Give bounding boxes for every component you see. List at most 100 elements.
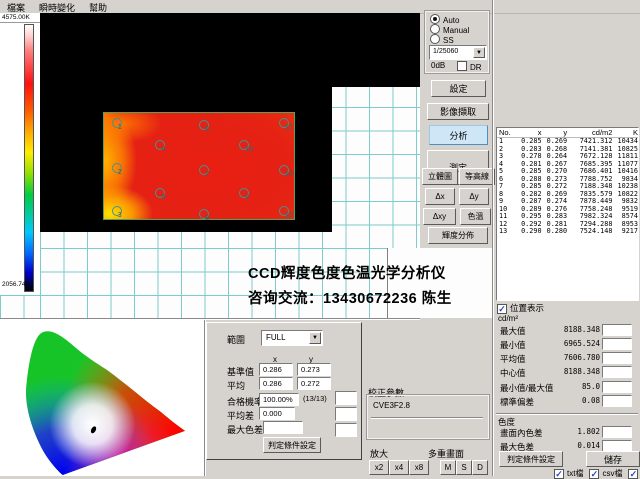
stat-avg-value: 7606.780 <box>542 353 600 362</box>
judge-condition-button[interactable]: 判定條件設定 <box>263 437 321 453</box>
scale-divider <box>0 22 40 23</box>
delta-y-button[interactable]: Δy <box>459 188 489 205</box>
shutter-dropdown[interactable]: 1/25060 ▼ <box>429 45 487 60</box>
delta-x-button[interactable]: Δx <box>425 188 455 205</box>
measure-point-marker: 9 <box>239 188 253 200</box>
table-row[interactable]: 20.2830.2687141.38110825 <box>497 146 638 154</box>
marker-number: 5 <box>161 193 165 201</box>
multiscreen-button-d[interactable]: D <box>472 460 488 475</box>
table-row[interactable]: 50.2850.2707686.40110416 <box>497 168 638 176</box>
average-y-value: 0.272 <box>301 379 320 388</box>
position-display-label: 位置表示 <box>510 303 544 313</box>
table-row[interactable]: 60.2880.2737788.7529834 <box>497 176 638 184</box>
save-button[interactable]: 儲存 <box>586 451 640 467</box>
table-row[interactable]: 100.2890.2767758.2489519 <box>497 206 638 214</box>
measurement-table[interactable]: No.xycd/m2K 10.2850.2697421.3121043420.2… <box>496 127 639 301</box>
scale-grid-footer <box>0 295 40 318</box>
chevron-down-icon[interactable]: ▼ <box>309 332 321 344</box>
checkbox-icon[interactable] <box>589 469 599 479</box>
table-header-cell: K <box>612 128 638 137</box>
checkbox-icon[interactable] <box>628 469 638 479</box>
indicator-box-1 <box>335 391 357 405</box>
avg-diff-field: 0.000 <box>259 407 295 420</box>
table-row[interactable]: 110.2950.2837982.3248574 <box>497 213 638 221</box>
radio-ss-icon[interactable] <box>430 34 440 44</box>
multiscreen-button-m[interactable]: M <box>440 460 456 475</box>
delta-xy-button[interactable]: Δxy <box>423 208 456 225</box>
avg-diff-label: 平均差 <box>227 409 254 422</box>
gain-label: 0dB <box>431 61 445 70</box>
thermal-image[interactable]: 12345678910111213 <box>103 112 295 220</box>
pass-count: (13/13) <box>303 394 327 403</box>
cie-panel <box>0 320 204 476</box>
measure-point-marker: 12 <box>279 165 293 177</box>
table-row[interactable]: 80.2820.2697835.57910822 <box>497 191 638 199</box>
chroma-screen-label: 畫面內色差 <box>500 427 543 439</box>
measure-point-marker: 8 <box>199 209 213 221</box>
magnify-button-x2[interactable]: x2 <box>369 460 389 475</box>
magnify-button-x4[interactable]: x4 <box>389 460 409 475</box>
indicator-box-3 <box>335 423 357 437</box>
table-row[interactable]: 30.2780.2647672.12811811 <box>497 153 638 161</box>
magnify-button-x8[interactable]: x8 <box>409 460 429 475</box>
dr-checkbox[interactable]: DR <box>457 61 482 72</box>
cie-diagram[interactable] <box>24 322 200 476</box>
position-display-checkbox[interactable]: 位置表示 <box>497 302 544 314</box>
multiscreen-label: 多重畫面 <box>428 447 464 460</box>
analyze-button[interactable]: 分析 <box>429 125 488 145</box>
radio-manual-icon[interactable] <box>430 24 440 34</box>
marker-number: 11 <box>285 123 293 131</box>
average-x-value: 0.286 <box>263 379 282 388</box>
marker-number: 10 <box>245 145 253 153</box>
marker-number: 7 <box>205 170 209 178</box>
measure-point-marker: 2 <box>112 163 126 175</box>
calibration-value[interactable]: CVE3F2.8 <box>373 401 410 410</box>
table-row[interactable]: 120.2920.2817294.2888953 <box>497 221 638 229</box>
reference-x-value: 0.286 <box>263 365 282 374</box>
stat-avg-label: 平均值 <box>500 353 526 365</box>
unit-label: cd/m² <box>498 314 518 323</box>
measure-point-marker: 4 <box>155 140 169 152</box>
footer-judge-button[interactable]: 判定條件設定 <box>499 451 563 467</box>
stat-min-value: 6965.524 <box>542 339 600 348</box>
reference-x-field: 0.286 <box>259 363 293 376</box>
table-row[interactable]: 130.2900.2807524.1489217 <box>497 228 638 236</box>
capture-group: Auto Manual SS 1/25060 ▼ 0dB DR <box>424 10 490 74</box>
scale-max-label: 4575.00K <box>2 14 30 21</box>
file-checkbox[interactable]: txt檔 <box>554 469 583 478</box>
stat-ratio-value: 85.0 <box>542 382 600 391</box>
table-row[interactable]: 10.2850.2697421.31210434 <box>497 138 638 146</box>
image-grab-button[interactable]: 影像擷取 <box>427 103 489 120</box>
dr-checkbox-icon[interactable] <box>457 61 467 71</box>
table-header: No.xycd/m2K <box>497 128 638 138</box>
stat-max-label: 最大值 <box>500 325 526 337</box>
table-row[interactable]: 40.2810.2677685.39511077 <box>497 161 638 169</box>
settings-button[interactable]: 設定 <box>431 80 486 97</box>
banner-title: CCD辉度色度色温光学分析仪 <box>248 262 446 283</box>
contour-button[interactable]: 等高線 <box>459 168 495 185</box>
luminance-dist-button[interactable]: 輝度分佈 <box>428 227 488 244</box>
file-checkbox[interactable]: 影像檔 <box>628 469 640 478</box>
reference-y-field: 0.273 <box>297 363 331 376</box>
radio-ss[interactable]: SS <box>430 34 454 45</box>
position-display-checkbox-icon[interactable] <box>497 304 507 314</box>
range-dropdown[interactable]: FULL ▼ <box>261 330 323 346</box>
file-checkbox[interactable]: csv檔 <box>589 469 622 478</box>
marker-number: 2 <box>118 168 122 176</box>
stat-min-label: 最小值 <box>500 339 526 351</box>
chevron-down-icon[interactable]: ▼ <box>473 47 485 58</box>
marker-number: 6 <box>205 125 209 133</box>
cct-button[interactable]: 色溫 <box>460 208 491 225</box>
radio-auto-icon[interactable] <box>430 14 440 24</box>
reference-label: 基準值 <box>227 365 254 378</box>
checkbox-icon[interactable] <box>554 469 564 479</box>
stereo-button[interactable]: 立體圖 <box>422 168 458 185</box>
stats-block: 最大值 8188.348 最小值 6965.524 平均值 7606.780 中… <box>496 324 640 412</box>
table-row[interactable]: 70.2850.2727188.34810238 <box>497 183 638 191</box>
multiscreen-button-s[interactable]: S <box>456 460 472 475</box>
calibration-group: CVE3F2.8 <box>366 394 490 440</box>
banner-contact: 咨询交流：13430672236 陈生 <box>248 287 452 308</box>
file-checkbox-label: txt檔 <box>567 469 583 478</box>
table-row[interactable]: 90.2870.2747878.4499832 <box>497 198 638 206</box>
stat-max-box <box>602 324 632 336</box>
